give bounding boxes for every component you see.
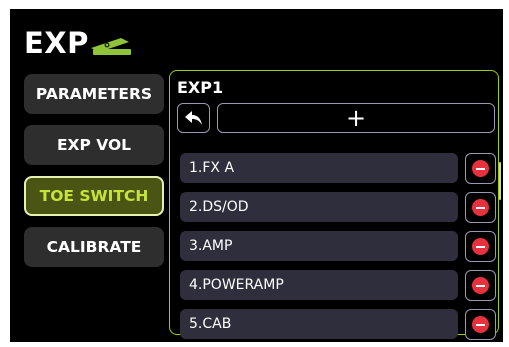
remove-button[interactable]: [465, 153, 496, 184]
minus-circle-icon: [472, 160, 489, 177]
minus-circle-icon: [472, 238, 489, 255]
tab-calibrate[interactable]: CALIBRATE: [24, 227, 164, 267]
back-button[interactable]: [177, 103, 210, 133]
list-item-ds-od[interactable]: 2.DS/OD: [180, 192, 458, 222]
list-item-poweramp[interactable]: 4.POWERAMP: [180, 270, 458, 300]
device-screen: EXP PARAMETERS EXP VOL TOE SWITCH CALIBR…: [10, 9, 503, 342]
minus-circle-icon: [472, 316, 489, 333]
list-item-cab[interactable]: 5.CAB: [180, 309, 458, 339]
tab-exp-vol[interactable]: EXP VOL: [24, 125, 164, 165]
list-item-amp[interactable]: 3.AMP: [180, 231, 458, 261]
page-title: EXP: [24, 26, 89, 60]
remove-button[interactable]: [465, 231, 496, 262]
list-item-fx-a[interactable]: 1.FX A: [180, 153, 458, 183]
tab-toe-switch[interactable]: TOE SWITCH: [24, 176, 164, 216]
remove-button[interactable]: [465, 270, 496, 301]
tab-parameters[interactable]: PARAMETERS: [24, 74, 164, 114]
toe-switch-panel: EXP1 + 1.FX A 2.DS/OD 3.AMP 4.POWERAMP 5…: [169, 70, 501, 340]
minus-circle-icon: [472, 199, 489, 216]
remove-button[interactable]: [465, 309, 496, 340]
back-arrow-icon: [184, 111, 202, 125]
panel-title: EXP1: [177, 78, 224, 97]
remove-button[interactable]: [465, 192, 496, 223]
add-button[interactable]: +: [217, 103, 495, 133]
scrollbar[interactable]: [499, 162, 501, 200]
expression-pedal-icon: [91, 38, 131, 55]
minus-circle-icon: [472, 277, 489, 294]
